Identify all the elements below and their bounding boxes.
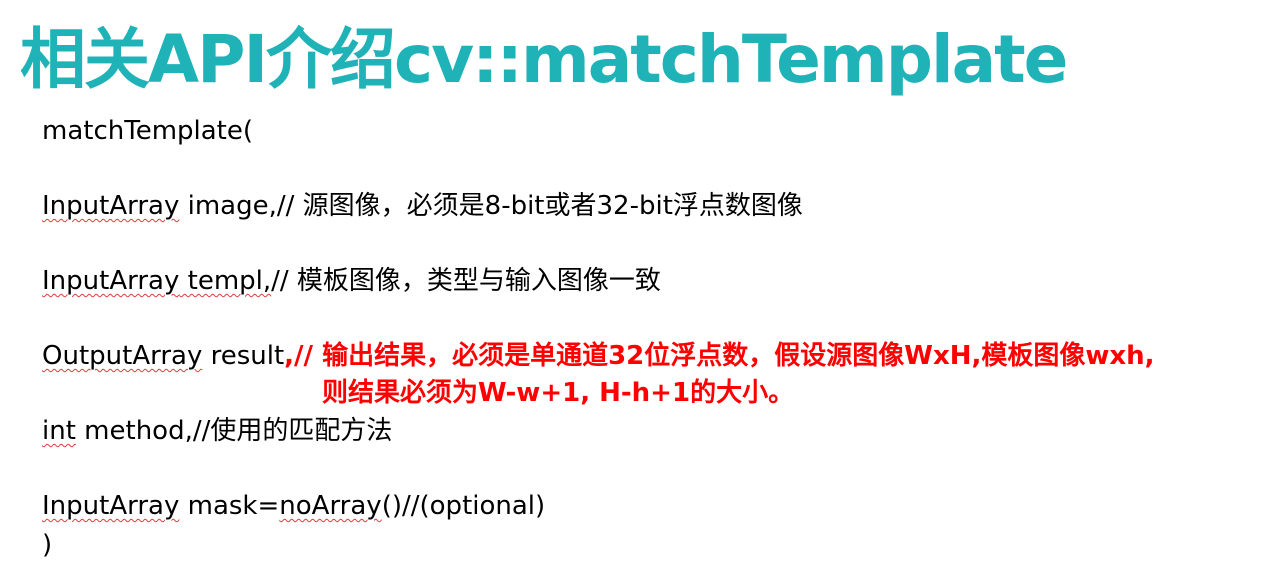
param-mask-line: InputArray mask=noArray()//(optional)	[42, 489, 545, 523]
param-result-comment-continued: 则结果必须为W-w+1, H-h+1的大小。	[322, 376, 794, 410]
param-type: InputArray	[42, 191, 180, 221]
slide-title: 相关API介绍cv::matchTemplate	[20, 21, 1068, 98]
slide: 相关API介绍cv::matchTemplate matchTemplate( …	[0, 0, 1274, 565]
param-type: OutputArray	[42, 341, 203, 371]
param-comment: // 源图像，必须是8-bit或者32-bit浮点数图像	[276, 191, 803, 221]
param-type: InputArray	[42, 266, 180, 296]
param-name: mask=	[179, 491, 280, 521]
param-default: noArray	[279, 491, 382, 521]
param-comment: //使用的匹配方法	[192, 416, 393, 446]
function-close-line: )	[42, 530, 53, 560]
function-open-line: matchTemplate(	[42, 116, 254, 146]
param-name: templ,	[179, 266, 272, 296]
param-comment-emphasis-continued: 则结果必须为W-w+1, H-h+1的大小。	[322, 378, 795, 408]
param-type: InputArray	[42, 491, 180, 521]
param-type: int	[42, 416, 76, 446]
param-result-line: OutputArray result,// 输出结果，必须是单通道32位浮点数，…	[42, 339, 1155, 373]
param-name: image,	[179, 191, 277, 221]
param-templ-line: InputArray templ,// 模板图像，类型与输入图像一致	[42, 264, 661, 298]
param-method-line: int method,//使用的匹配方法	[42, 414, 392, 448]
param-name: method,	[75, 416, 193, 446]
param-comment: // 模板图像，类型与输入图像一致	[271, 266, 661, 296]
param-comment-emphasis: ,// 输出结果，必须是单通道32位浮点数，假设源图像WxH,模板图像wxh,	[284, 341, 1155, 371]
param-comment: ()//(optional)	[381, 491, 546, 521]
param-image-line: InputArray image,// 源图像，必须是8-bit或者32-bit…	[42, 189, 803, 223]
param-name: result	[202, 341, 285, 371]
